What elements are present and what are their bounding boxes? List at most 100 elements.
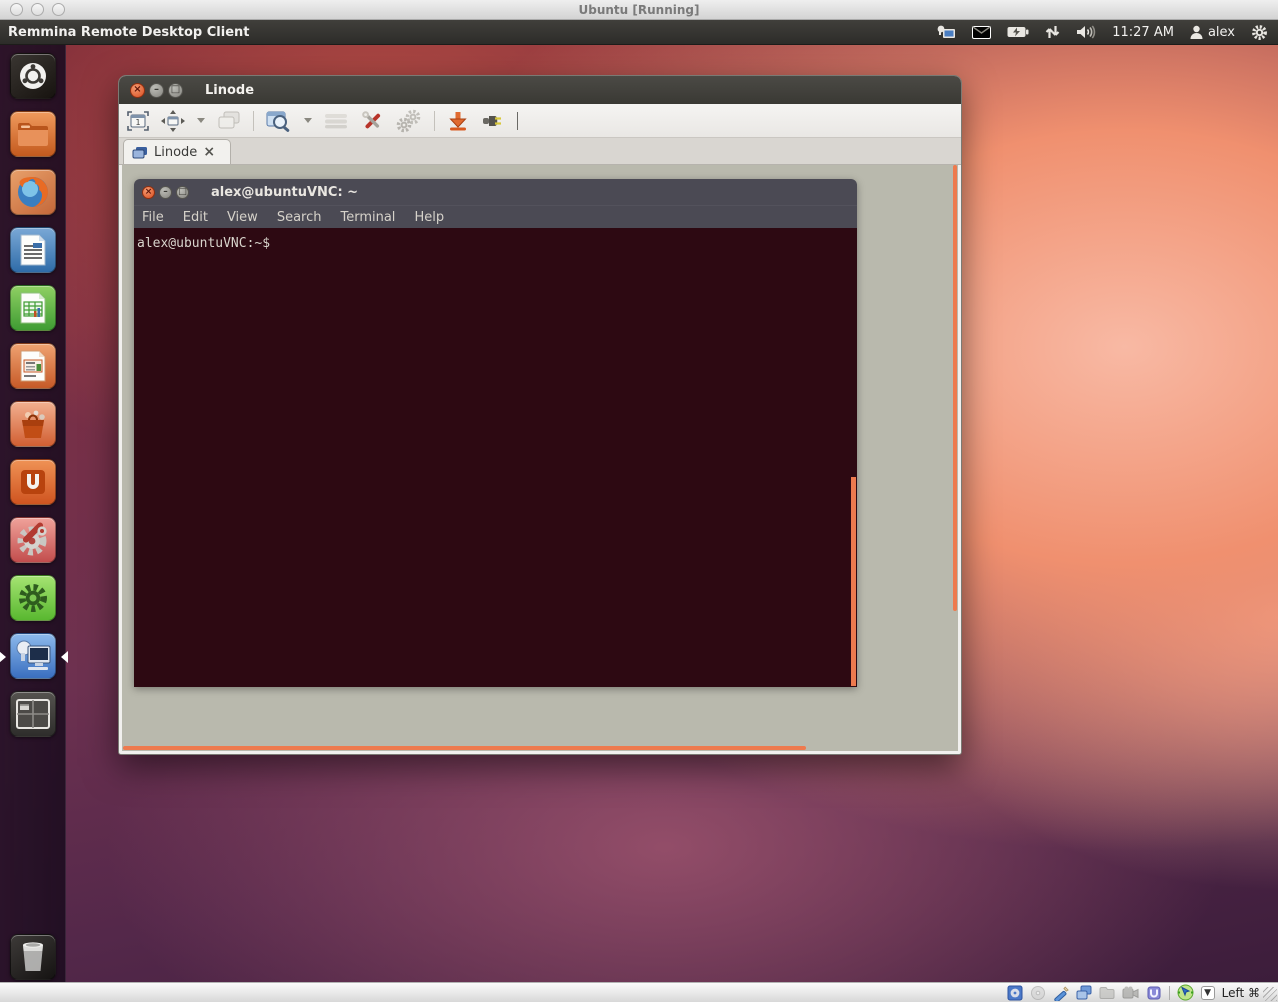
remote-desktop-indicator-icon[interactable]: [936, 25, 956, 40]
folder-icon: [16, 120, 50, 148]
focused-indicator-arrow: [55, 651, 68, 663]
battery-indicator-icon[interactable]: [1007, 26, 1029, 38]
mouse-integration-status-icon[interactable]: [1177, 984, 1194, 1001]
shared-folders-status-icon[interactable]: [1099, 985, 1115, 1001]
vnc-viewport[interactable]: × – □ alex@ubuntuVNC: ~ File Edit View S…: [122, 165, 958, 751]
remmina-titlebar[interactable]: × – □ Linode: [119, 76, 961, 104]
terminal-maximize-button[interactable]: □: [176, 186, 189, 199]
resize-grip[interactable]: [1263, 987, 1277, 1001]
ubuntu-logo-icon: [18, 61, 48, 91]
features-status-icon[interactable]: [1146, 985, 1162, 1001]
svg-text:1: 1: [135, 118, 140, 127]
menu-help[interactable]: Help: [414, 210, 444, 225]
fullscreen-dropdown-icon[interactable]: [197, 118, 205, 127]
fit-window-icon[interactable]: 1: [127, 111, 149, 131]
connection-tab-icon: [132, 146, 148, 159]
terminal-title: alex@ubuntuVNC: ~: [211, 185, 358, 200]
terminal-close-button[interactable]: ×: [142, 186, 155, 199]
tab-close-icon[interactable]: ×: [203, 145, 215, 159]
macos-titlebar: Ubuntu [Running]: [0, 0, 1278, 20]
user-menu[interactable]: alex: [1190, 25, 1235, 40]
ubuntu-top-panel: Remmina Remote Desktop Client 11:27 AM a…: [0, 20, 1278, 45]
impress-presentation-icon: [18, 349, 48, 383]
toolbar-separator: [434, 111, 435, 131]
close-button[interactable]: ×: [130, 83, 145, 98]
scaled-mode-icon[interactable]: [217, 111, 241, 131]
shopping-bag-icon: [16, 407, 50, 441]
fullscreen-icon[interactable]: [161, 110, 185, 132]
launcher-item-dash-home[interactable]: [10, 53, 56, 99]
remmina-window: × – □ Linode 1: [118, 75, 962, 755]
launcher-item-ubuntu-one[interactable]: [10, 459, 56, 505]
zoom-dropdown-icon[interactable]: [304, 118, 312, 127]
host-key-label: Left ⌘: [1222, 986, 1260, 1000]
menu-terminal[interactable]: Terminal: [340, 210, 395, 225]
calc-spreadsheet-icon: [18, 291, 48, 325]
mail-indicator-icon[interactable]: [972, 26, 991, 39]
green-gear-icon: [17, 582, 49, 614]
optical-status-icon[interactable]: [1030, 985, 1046, 1001]
gear-wrench-icon: [15, 522, 51, 558]
horizontal-scrollbar[interactable]: [123, 746, 806, 750]
video-capture-status-icon[interactable]: [1122, 986, 1139, 1000]
minimize-button[interactable]: –: [149, 83, 164, 98]
terminal-minimize-button[interactable]: –: [159, 186, 172, 199]
network-status-icon[interactable]: [1053, 985, 1069, 1001]
virtualbox-statusbar: ▼ Left ⌘: [0, 982, 1278, 1002]
keyboard-capture-status-icon[interactable]: ▼: [1201, 986, 1215, 1000]
network-traffic-icon[interactable]: [1045, 25, 1060, 39]
launcher-item-libreoffice-impress[interactable]: [10, 343, 56, 389]
trash-icon: [18, 940, 48, 974]
display-status-icon[interactable]: [1076, 985, 1092, 1001]
toolbar-cursor-separator: [517, 112, 518, 130]
user-icon: [1190, 25, 1203, 39]
launcher-item-software-updater[interactable]: [10, 575, 56, 621]
menu-file[interactable]: File: [142, 210, 164, 225]
launcher-item-workspace-switcher[interactable]: [10, 691, 56, 737]
toolbar-separator: [253, 111, 254, 131]
statusbar-separator: [1169, 986, 1170, 1000]
shell-prompt: alex@ubuntuVNC:~$: [137, 236, 270, 251]
launcher-item-system-settings[interactable]: [10, 517, 56, 563]
firefox-icon: [14, 173, 52, 211]
keyboard-grab-icon[interactable]: [324, 113, 348, 129]
launcher-item-firefox[interactable]: [10, 169, 56, 215]
workspace-grid-icon: [16, 699, 50, 729]
writer-document-icon: [18, 233, 48, 267]
maximize-button[interactable]: □: [168, 83, 183, 98]
zoom-icon[interactable]: [266, 110, 292, 132]
terminal-screen[interactable]: alex@ubuntuVNC:~$: [134, 228, 857, 687]
clock[interactable]: 11:27 AM: [1112, 25, 1174, 40]
launcher-item-trash[interactable]: [10, 934, 56, 980]
volume-indicator-icon[interactable]: [1076, 25, 1096, 39]
terminal-titlebar[interactable]: × – □ alex@ubuntuVNC: ~: [134, 179, 857, 205]
remmina-tabbar: Linode ×: [119, 138, 961, 165]
launcher-item-home-folder[interactable]: [10, 111, 56, 157]
menu-search[interactable]: Search: [277, 210, 322, 225]
launcher-item-libreoffice-calc[interactable]: [10, 285, 56, 331]
tab-linode[interactable]: Linode ×: [123, 139, 231, 164]
session-gear-icon[interactable]: [1251, 24, 1268, 41]
menu-view[interactable]: View: [227, 210, 258, 225]
minimize-to-tray-icon[interactable]: [447, 110, 469, 132]
preferences-gears-icon[interactable]: [396, 109, 422, 133]
hdd-status-icon[interactable]: [1007, 985, 1023, 1001]
remmina-toolbar: 1: [119, 104, 961, 138]
active-app-title: Remmina Remote Desktop Client: [8, 25, 250, 40]
tools-icon[interactable]: [360, 109, 384, 133]
disconnect-plug-icon[interactable]: [481, 112, 505, 130]
remote-terminal-window[interactable]: × – □ alex@ubuntuVNC: ~ File Edit View S…: [134, 179, 857, 687]
launcher-item-software-center[interactable]: [10, 401, 56, 447]
ubuntu-desktop: Remmina Remote Desktop Client 11:27 AM a…: [0, 20, 1278, 982]
vm-window-title: Ubuntu [Running]: [0, 0, 1278, 20]
tab-label: Linode: [154, 145, 197, 160]
ubuntu-one-icon: [18, 467, 48, 497]
user-name: alex: [1208, 25, 1235, 40]
menu-edit[interactable]: Edit: [183, 210, 208, 225]
launcher-item-remmina[interactable]: [10, 633, 56, 679]
launcher-item-libreoffice-writer[interactable]: [10, 227, 56, 273]
vertical-scrollbar[interactable]: [953, 165, 957, 611]
remmina-monitor-icon: [14, 639, 52, 673]
terminal-scrollbar[interactable]: [851, 477, 856, 686]
terminal-menubar: File Edit View Search Terminal Help: [134, 205, 857, 228]
